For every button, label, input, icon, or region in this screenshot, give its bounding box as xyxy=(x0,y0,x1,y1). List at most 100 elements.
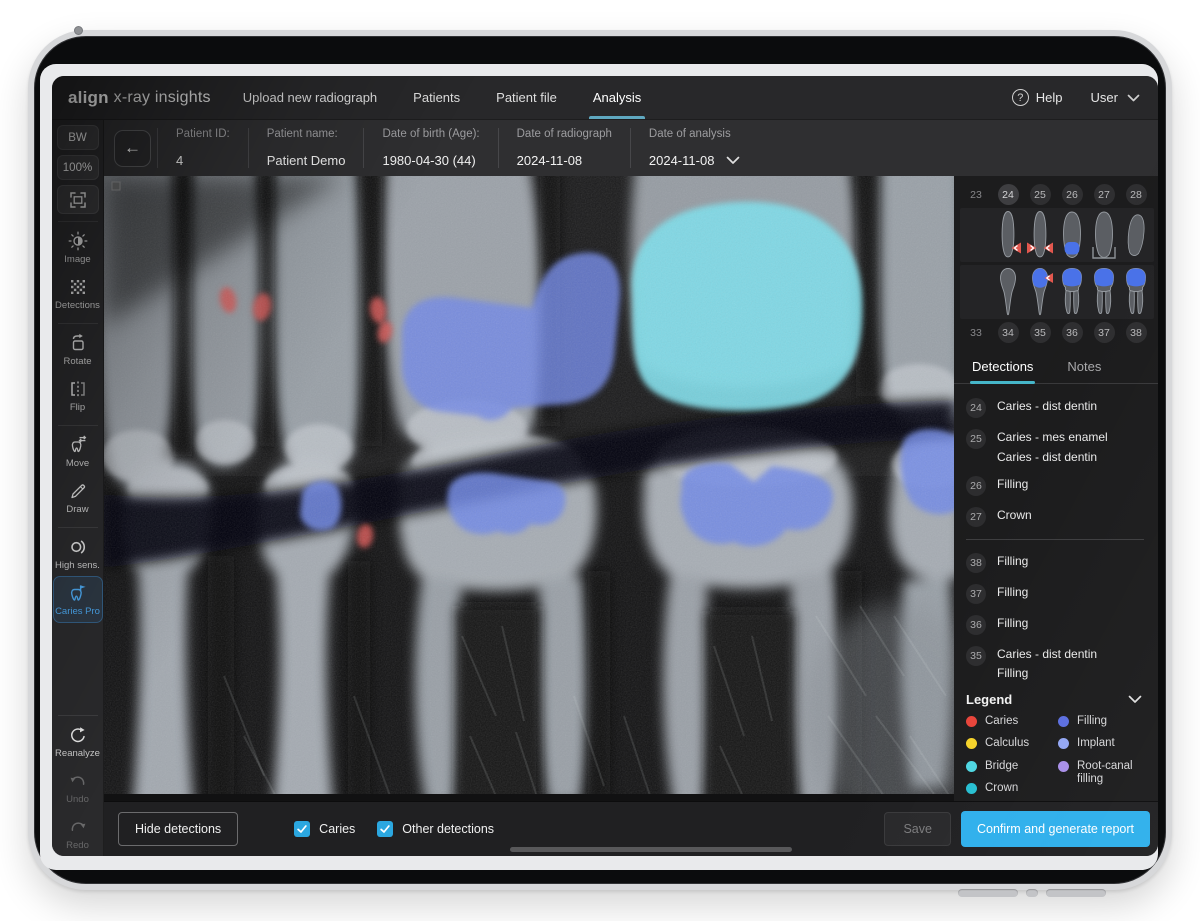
tablet-camera xyxy=(74,26,83,35)
detection-row-24[interactable]: 24 Caries - dist dentin xyxy=(966,392,1144,423)
tooth-icon-36[interactable] xyxy=(1056,266,1088,318)
left-toolbar: BW 100% xyxy=(52,120,104,856)
lower-teeth-row xyxy=(960,265,1154,319)
tablet-screen: align x-ray insights Upload new radiogra… xyxy=(40,64,1158,870)
tool-rotate[interactable]: Rotate xyxy=(54,327,102,372)
nav-analysis[interactable]: Analysis xyxy=(575,76,659,119)
other-detections-checkbox-group[interactable]: Other detections xyxy=(377,821,494,837)
detection-finding: Crown xyxy=(997,509,1032,523)
nav-patient-file[interactable]: Patient file xyxy=(478,76,575,119)
tooth-number-25[interactable]: 25 xyxy=(1030,184,1051,205)
tablet-connector-pin xyxy=(1046,889,1106,897)
logo-bold: align xyxy=(68,88,109,108)
legend-item-calculus: Calculus xyxy=(966,737,1052,750)
detection-row-26[interactable]: 26 Filling xyxy=(966,470,1144,501)
tooth-icon-37[interactable] xyxy=(1088,266,1120,318)
tool-flip[interactable]: Flip xyxy=(54,373,102,418)
radiograph-canvas[interactable] xyxy=(104,176,954,794)
caries-color-dot xyxy=(966,716,977,727)
tooth-number-34[interactable]: 34 xyxy=(998,322,1019,343)
tooth-number-24[interactable]: 24 xyxy=(998,184,1019,205)
tool-reanalyze[interactable]: Reanalyze xyxy=(54,719,102,764)
tooth-number-28[interactable]: 28 xyxy=(1126,184,1147,205)
chevron-down-icon xyxy=(1127,94,1140,102)
fit-to-screen-button[interactable] xyxy=(57,185,99,214)
tooth-number-27[interactable]: 27 xyxy=(1094,184,1115,205)
tooth-icon-26[interactable] xyxy=(1056,209,1088,261)
detection-row-27[interactable]: 27 Crown xyxy=(966,501,1144,532)
tooth-number-37[interactable]: 37 xyxy=(1094,322,1115,343)
horizontal-scrollbar[interactable] xyxy=(510,847,792,852)
nav-upload-new-radiograph[interactable]: Upload new radiograph xyxy=(225,76,395,119)
tooth-icon-27[interactable] xyxy=(1088,209,1120,261)
calculus-color-dot xyxy=(966,738,977,749)
tool-image[interactable]: Image xyxy=(54,225,102,270)
tool-draw[interactable]: Draw xyxy=(54,475,102,520)
bottom-action-bar: Hide detections Caries Other detections xyxy=(104,801,1158,856)
nav-patients[interactable]: Patients xyxy=(395,76,478,119)
draw-pencil-icon xyxy=(68,481,88,501)
tooth-icon-24[interactable] xyxy=(992,209,1024,261)
date-of-analysis-field[interactable]: Date of analysis 2024-11-08 xyxy=(630,128,759,168)
tab-detections[interactable]: Detections xyxy=(970,357,1035,383)
zoom-level-button[interactable]: 100% xyxy=(57,155,99,180)
tooth-number-36[interactable]: 36 xyxy=(1062,322,1083,343)
detection-row-35[interactable]: 35 Caries - dist dentin Filling xyxy=(966,640,1144,683)
redo-icon xyxy=(68,817,88,837)
detection-row-25[interactable]: 25 Caries - mes enamel Caries - dist den… xyxy=(966,423,1144,470)
tool-redo[interactable]: Redo xyxy=(54,811,102,856)
tool-move[interactable]: Move xyxy=(54,429,102,474)
tooth-number-35[interactable]: 35 xyxy=(1030,322,1051,343)
tooth-number-26[interactable]: 26 xyxy=(1062,184,1083,205)
nav-items: Upload new radiograph Patients Patient f… xyxy=(225,76,660,119)
caries-checkbox-group[interactable]: Caries xyxy=(294,821,355,837)
caries-pro-icon xyxy=(68,583,88,603)
tooth-number-badge: 37 xyxy=(966,584,986,604)
toolbar-divider xyxy=(58,715,98,716)
list-divider xyxy=(966,539,1144,540)
date-of-birth-field: Date of birth (Age): 1980-04-30 (44) xyxy=(363,128,497,168)
radiograph-viewport[interactable] xyxy=(104,176,954,801)
tooth-icon-25[interactable] xyxy=(1024,209,1056,261)
tool-undo[interactable]: Undo xyxy=(54,765,102,810)
check-icon xyxy=(379,823,391,835)
bridge-color-dot xyxy=(966,761,977,772)
tool-detections[interactable]: Detections xyxy=(54,271,102,316)
date-of-radiograph-field: Date of radiograph 2024-11-08 xyxy=(498,128,630,168)
legend-header[interactable]: Legend xyxy=(966,686,1144,715)
tab-notes[interactable]: Notes xyxy=(1065,357,1103,383)
confirm-generate-report-button[interactable]: Confirm and generate report xyxy=(961,811,1150,847)
detection-row-37[interactable]: 37 Filling xyxy=(966,578,1144,609)
radiograph-image xyxy=(104,176,954,794)
legend-right-column: Filling Implant Root-canal filling xyxy=(1058,715,1144,795)
detection-finding: Filling xyxy=(997,617,1028,631)
tooth-icon-38[interactable] xyxy=(1120,266,1152,318)
caries-checkbox[interactable] xyxy=(294,821,310,837)
legend-title: Legend xyxy=(966,692,1012,707)
tooth-number-38[interactable]: 38 xyxy=(1126,322,1147,343)
legend-item-crown: Crown xyxy=(966,782,1052,795)
tablet-connector-pin xyxy=(1026,889,1038,897)
tool-high-sensitivity[interactable]: High sens. xyxy=(54,531,102,576)
hide-detections-button[interactable]: Hide detections xyxy=(118,812,238,846)
back-button[interactable]: ← xyxy=(114,130,151,167)
right-panel: 23 24 25 26 27 28 xyxy=(954,176,1158,801)
bw-mode-button[interactable]: BW xyxy=(57,125,99,150)
tooth-icon-34[interactable] xyxy=(992,266,1024,318)
tooth-icon-28[interactable] xyxy=(1120,209,1152,261)
tooth-icon-35[interactable] xyxy=(1024,266,1056,318)
tooth-number-33[interactable]: 33 xyxy=(966,322,987,343)
legend-item-root-canal-filling: Root-canal filling xyxy=(1058,760,1144,786)
other-detections-checkbox[interactable] xyxy=(377,821,393,837)
user-menu[interactable]: User xyxy=(1091,90,1140,105)
detection-finding: Filling xyxy=(997,586,1028,600)
chevron-down-icon[interactable] xyxy=(726,156,740,165)
help-button[interactable]: ? Help xyxy=(1012,89,1063,106)
save-button[interactable]: Save xyxy=(884,812,951,846)
tooth-number-23[interactable]: 23 xyxy=(966,184,987,205)
detection-row-36[interactable]: 36 Filling xyxy=(966,609,1144,640)
detection-row-38[interactable]: 38 Filling xyxy=(966,547,1144,578)
tooth-number-badge: 25 xyxy=(966,429,986,449)
chevron-down-icon[interactable] xyxy=(1128,695,1142,704)
tool-caries-pro[interactable]: Caries Pro xyxy=(54,577,102,622)
